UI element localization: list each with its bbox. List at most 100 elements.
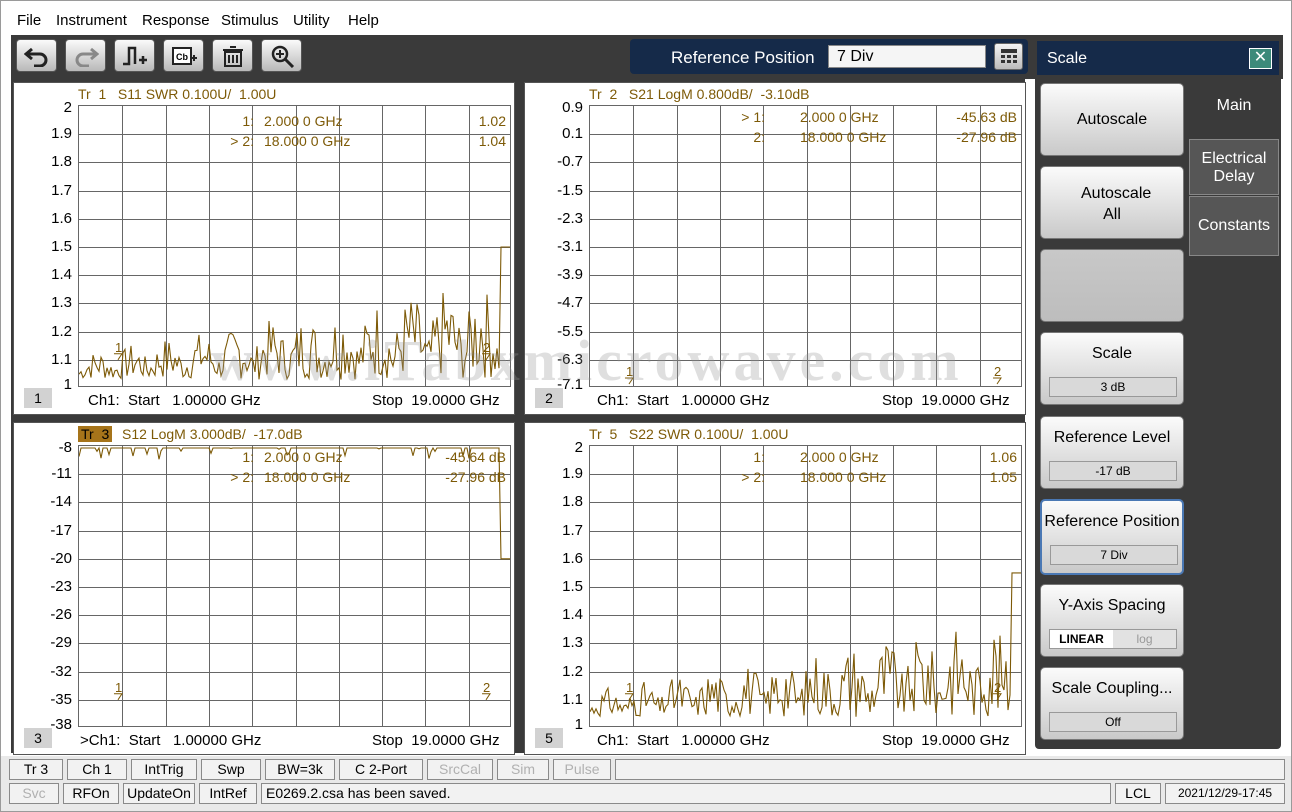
status-calibration[interactable]: C 2-Port xyxy=(339,759,423,780)
y-axis-spacing-button[interactable]: Y-Axis Spacing LINEAR log xyxy=(1040,584,1184,657)
y-tick-label: -3.1 xyxy=(557,238,583,255)
start-frequency: Ch1: Start 1.00000 GHz xyxy=(88,392,261,409)
undo-button[interactable] xyxy=(16,39,57,72)
y-tick-label: 1.8 xyxy=(562,493,583,511)
y-tick-label: -0.7 xyxy=(557,153,583,171)
y-tick-label: 1.6 xyxy=(562,549,583,567)
add-marker-button[interactable] xyxy=(114,39,155,72)
marker-value: 1.02 xyxy=(478,113,506,129)
button-label: Reference Level xyxy=(1053,429,1171,446)
empty-softkey xyxy=(1040,249,1184,322)
y-tick-label: 2 xyxy=(63,99,72,116)
status-int-ref[interactable]: IntRef xyxy=(199,783,257,804)
y-tick-label: -6.3 xyxy=(557,350,583,368)
reference-position-value: 7 Div xyxy=(1050,545,1178,565)
keypad-button[interactable] xyxy=(994,43,1023,70)
plot-grid[interactable]: 12 xyxy=(589,445,1022,727)
trace-title: Tr 5 S22 SWR 0.100U/ 1.00U xyxy=(589,426,789,442)
marker-value: -27.96 dB xyxy=(956,129,1017,145)
button-label: Scale Coupling... xyxy=(1051,680,1173,697)
status-rf-on[interactable]: RFOn xyxy=(63,783,119,804)
marker-value: -45.64 dB xyxy=(445,449,506,465)
measurement-trace: 12 xyxy=(624,364,1002,385)
menu-help[interactable]: Help xyxy=(348,12,379,29)
status-spare xyxy=(615,759,1285,780)
menu-stimulus[interactable]: Stimulus xyxy=(221,12,279,29)
marker-freq: 18.000 0 GHz xyxy=(800,469,887,485)
active-trace-tag: Tr 3 xyxy=(78,426,113,442)
svg-text:Cb: Cb xyxy=(176,52,188,62)
reference-level-button[interactable]: Reference Level -17 dB xyxy=(1040,416,1184,489)
scale-coupling-button[interactable]: Scale Coupling... Off xyxy=(1040,667,1184,740)
autoscale-button[interactable]: Autoscale xyxy=(1040,83,1184,156)
scale-button[interactable]: Scale 3 dB xyxy=(1040,332,1184,405)
copy-to-clipboard-button[interactable]: Cb xyxy=(163,39,204,72)
marker-freq: 2.000 0 GHz xyxy=(800,109,879,125)
status-bandwidth[interactable]: BW=3k xyxy=(265,759,335,780)
measurement-trace: 12 xyxy=(590,572,1021,719)
reference-position-button[interactable]: Reference Position 7 Div xyxy=(1040,499,1184,575)
copy-to-clipboard-icon: Cb xyxy=(171,46,197,65)
marker-id: 1: xyxy=(753,449,765,465)
marker-value: 1.04 xyxy=(478,133,506,149)
plot-grid[interactable]: 12 xyxy=(78,445,511,727)
marker-number: 1 xyxy=(626,364,633,379)
option-log[interactable]: log xyxy=(1113,630,1176,648)
marker-freq: 2.000 0 GHz xyxy=(264,113,343,129)
measurement-trace: 12 xyxy=(79,446,510,701)
y-tick-label: 1.8 xyxy=(51,153,72,171)
tab-electrical-delay[interactable]: Electrical Delay xyxy=(1189,139,1279,195)
button-label: Reference Position xyxy=(1044,513,1180,530)
status-channel[interactable]: Ch 1 xyxy=(67,759,127,780)
keypad-icon xyxy=(1000,48,1017,63)
y-axis-spacing-toggle[interactable]: LINEAR log xyxy=(1049,629,1177,649)
y-tick-label: -29 xyxy=(50,634,72,652)
start-frequency: Ch1: Start 1.00000 GHz xyxy=(597,732,770,749)
delete-trace-button[interactable] xyxy=(212,39,253,72)
y-tick-label: 1.5 xyxy=(51,238,72,255)
menu-utility[interactable]: Utility xyxy=(293,12,330,29)
y-tick-label: -26 xyxy=(50,606,72,624)
reference-position-input[interactable]: 7 Div xyxy=(828,45,986,68)
delete-trace-icon xyxy=(222,45,243,67)
status-bar: Tr 3 Ch 1 IntTrig Swp BW=3k C 2-Port Src… xyxy=(1,756,1291,811)
trace-window-1[interactable]: Tr 1 S11 SWR 0.100U/ 1.00U 1 2 2 1.9 1.8 1.7… xyxy=(13,82,515,415)
y-tick-label: -35 xyxy=(50,690,72,708)
zoom-icon xyxy=(271,45,294,68)
status-srccal: SrcCal xyxy=(427,759,493,780)
option-linear[interactable]: LINEAR xyxy=(1050,630,1113,648)
trace-window-3[interactable]: Tr 3 S12 LogM 3.000dB/ -17.0dB 12 -8 -11-… xyxy=(13,422,515,755)
marker-value: 1.05 xyxy=(989,469,1017,485)
stop-frequency: Stop 19.0000 GHz xyxy=(882,392,1010,409)
trace-window-5[interactable]: Tr 5 S22 SWR 0.100U/ 1.00U 12 2 1.9 1.8 1.7… xyxy=(524,422,1026,755)
channel-number: 2 xyxy=(535,388,563,408)
plot-grid[interactable]: 12 xyxy=(589,105,1022,387)
button-label: Autoscale xyxy=(1076,111,1148,128)
autoscale-all-button[interactable]: Autoscale All xyxy=(1040,166,1184,239)
status-trigger[interactable]: IntTrig xyxy=(131,759,197,780)
marker-number: 2 xyxy=(483,680,490,695)
redo-button[interactable] xyxy=(65,39,106,72)
y-tick-label: -2.3 xyxy=(557,209,583,227)
zoom-button[interactable] xyxy=(261,39,302,72)
menu-instrument[interactable]: Instrument xyxy=(56,12,127,29)
marker-id: 2: xyxy=(753,129,765,145)
reference-position-label: Reference Position xyxy=(671,48,815,67)
undo-icon xyxy=(23,47,47,67)
tab-main[interactable]: Main xyxy=(1189,85,1279,139)
stop-frequency: Stop 19.0000 GHz xyxy=(372,732,500,749)
status-sweep[interactable]: Swp xyxy=(201,759,261,780)
menu-response[interactable]: Response xyxy=(142,12,210,29)
status-trace[interactable]: Tr 3 xyxy=(9,759,63,780)
y-tick-label: 1.2 xyxy=(51,322,72,340)
menu-file[interactable]: File xyxy=(17,12,41,29)
trace-window-2[interactable]: Tr 2 S21 LogM 0.800dB/ -3.10dB 12 0.9 0.1… xyxy=(524,82,1026,415)
button-label: Scale xyxy=(1091,345,1133,362)
marker-id: > 2: xyxy=(741,469,765,485)
marker-number: 1 xyxy=(626,680,633,695)
tab-constants[interactable]: Constants xyxy=(1189,196,1279,256)
close-button[interactable]: ✕ xyxy=(1249,48,1272,69)
status-update-on[interactable]: UpdateOn xyxy=(123,783,195,804)
marker-id: 1: xyxy=(242,449,254,465)
status-datetime: 2021/12/29-17:45 xyxy=(1165,783,1285,804)
